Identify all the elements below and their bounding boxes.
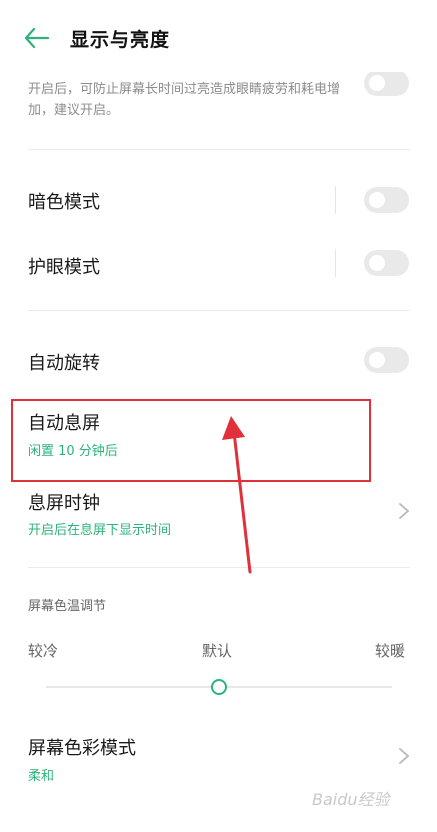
toggle-knob — [369, 352, 385, 368]
toggle-knob — [369, 192, 385, 208]
color-temp-slider-thumb[interactable] — [211, 679, 227, 695]
page-title: 显示与亮度 — [70, 29, 171, 51]
eye-care-label: 护眼模式 — [28, 257, 100, 278]
toggle-knob — [369, 75, 385, 91]
color-temp-section-title: 屏幕色温调节 — [28, 599, 107, 614]
auto-rotate-toggle[interactable] — [364, 347, 409, 373]
auto-brightness-toggle[interactable] — [364, 70, 409, 96]
dark-mode-label: 暗色模式 — [28, 192, 100, 213]
auto-rotate-label: 自动旋转 — [28, 353, 100, 374]
default-label: 默认 — [202, 642, 233, 660]
divider — [28, 567, 410, 568]
auto-brightness-description: 开启后，可防止屏幕长时间过亮造成眼睛疲劳和耗电增加，建议开启。 — [28, 82, 341, 118]
chevron-right-icon[interactable] — [397, 746, 411, 766]
app-header: 显示与亮度 — [0, 0, 437, 72]
warm-label: 较暖 — [375, 642, 406, 660]
screen-off-clock-label[interactable]: 息屏时钟 — [28, 489, 100, 515]
toggle-knob — [369, 255, 385, 271]
chevron-right-icon[interactable] — [397, 501, 411, 521]
watermark: Baidu经验 — [312, 790, 390, 809]
divider — [28, 310, 410, 311]
eye-care-toggle[interactable] — [364, 250, 409, 276]
divider — [28, 149, 410, 150]
screen-off-clock-subtitle: 开启后在息屏下显示时间 — [28, 523, 172, 538]
back-arrow-icon[interactable] — [22, 24, 52, 52]
cool-label: 较冷 — [28, 642, 59, 660]
color-mode-label[interactable]: 屏幕色彩模式 — [28, 734, 136, 760]
color-mode-value: 柔和 — [28, 769, 55, 784]
separator — [335, 249, 336, 277]
dark-mode-toggle[interactable] — [364, 187, 409, 213]
separator — [335, 186, 336, 214]
highlight-box — [11, 399, 371, 482]
